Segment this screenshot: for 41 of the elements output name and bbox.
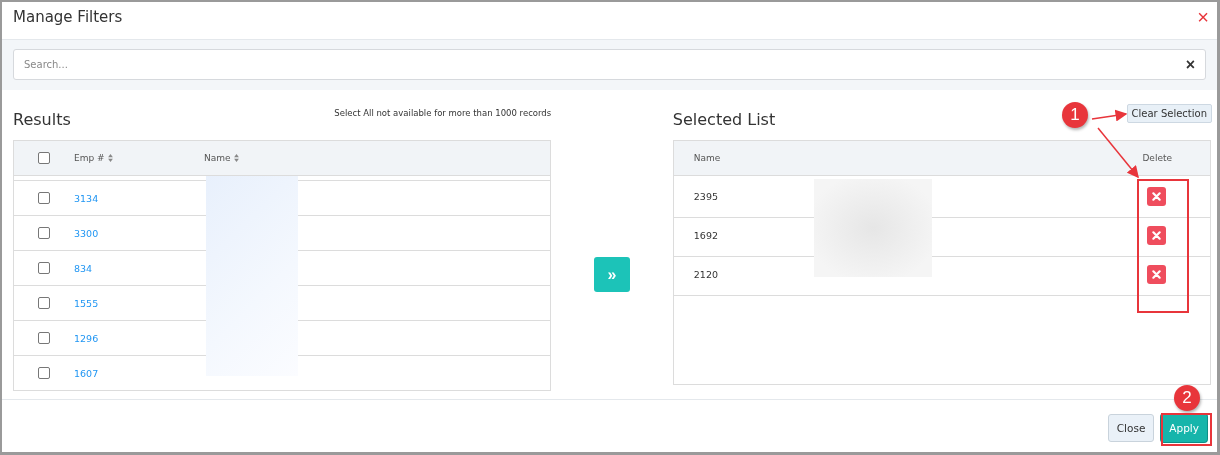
move-selected-button[interactable]: »	[594, 257, 630, 292]
dialog-title: Manage Filters	[13, 7, 123, 26]
delete-icon	[1152, 269, 1161, 279]
annotation-arrow	[1091, 109, 1128, 122]
selected-list-heading: Selected List	[672, 109, 776, 129]
employee-number-link[interactable]: 1607	[74, 367, 99, 379]
employee-number-link[interactable]: 3134	[74, 192, 99, 204]
delete-button[interactable]	[1147, 264, 1166, 284]
column-header[interactable]: Emp #	[74, 153, 105, 163]
sort-icon[interactable]	[233, 154, 239, 162]
employee-number-link[interactable]: 3300	[74, 227, 99, 239]
table-cell: 2120	[693, 268, 718, 280]
search-field[interactable]: Search... ×	[13, 49, 1206, 80]
row-checkbox[interactable]	[38, 192, 50, 204]
clear-selection-button[interactable]: Clear Selection	[1126, 104, 1212, 123]
delete-button[interactable]	[1147, 225, 1166, 245]
column-header: Delete	[1142, 153, 1172, 163]
employee-number-link[interactable]: 1555	[74, 297, 99, 309]
select-all-checkbox[interactable]	[38, 152, 50, 164]
clear-search-button[interactable]: ×	[1185, 55, 1195, 74]
select-all-note: Select All not available for more than 1000 records	[334, 108, 552, 118]
delete-icon	[1152, 230, 1161, 240]
table-cell: 2395	[693, 190, 718, 202]
row-checkbox[interactable]	[38, 297, 50, 309]
row-checkbox[interactable]	[38, 262, 50, 274]
row-checkbox[interactable]	[38, 332, 50, 344]
close-button[interactable]: ×	[1197, 6, 1209, 27]
employee-number-link[interactable]: 1296	[74, 332, 99, 344]
results-heading: Results	[13, 109, 71, 129]
column-header[interactable]: Name	[204, 153, 231, 163]
row-checkbox[interactable]	[38, 227, 50, 239]
column-header: Name	[693, 153, 721, 163]
employee-number-link[interactable]: 834	[74, 262, 93, 274]
annotation-arrow	[1097, 127, 1139, 179]
delete-icon	[1152, 191, 1161, 201]
close-button[interactable]: Close	[1107, 414, 1155, 442]
table-cell: 1692	[693, 229, 718, 241]
sort-icon[interactable]	[107, 154, 113, 162]
highlight-frame	[1161, 413, 1212, 446]
delete-button[interactable]	[1147, 186, 1166, 206]
row-checkbox[interactable]	[38, 367, 50, 379]
